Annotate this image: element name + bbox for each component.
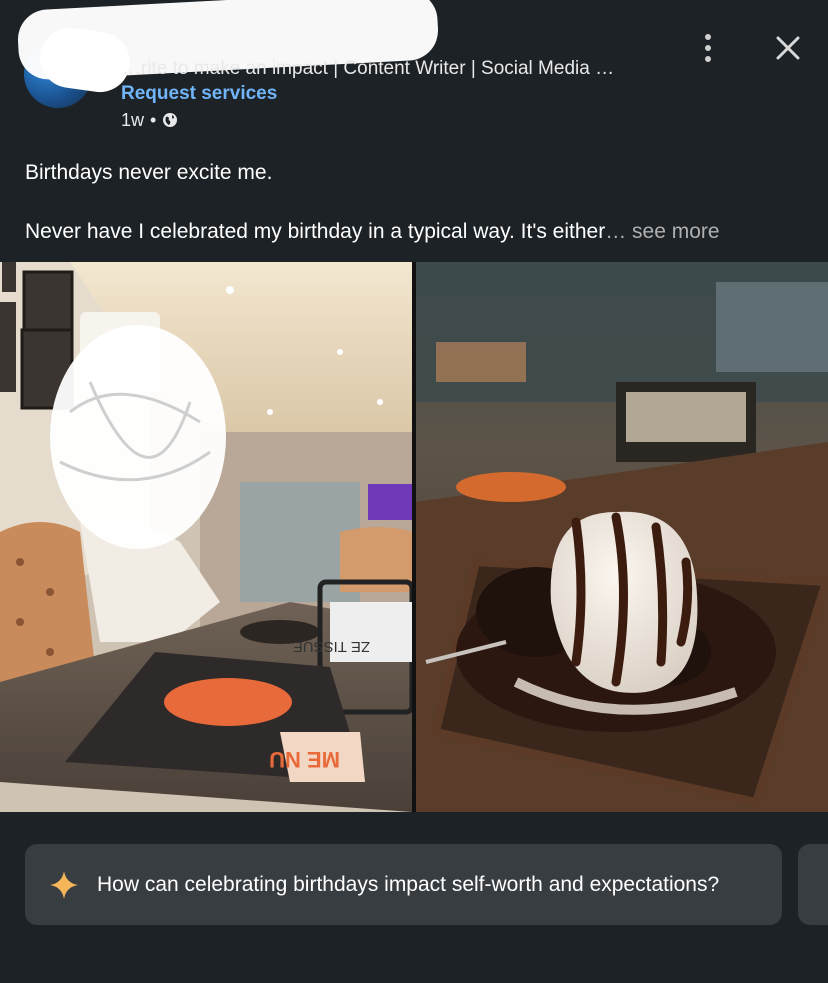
- post-paragraph-2: Never have I celebrated my birthday in a…: [25, 217, 805, 246]
- tissue-text: ZE TISSUE: [293, 638, 370, 655]
- dessert-photo[interactable]: [416, 262, 828, 812]
- more-options-button[interactable]: [694, 30, 722, 66]
- restaurant-photo[interactable]: ZE TISSUE ME NU: [0, 262, 412, 812]
- post-time: 1w: [121, 110, 145, 130]
- menu-text: ME NU: [269, 747, 340, 772]
- more-dot: [705, 45, 711, 51]
- meta-separator: •: [150, 110, 157, 130]
- request-services-link[interactable]: Request services: [121, 81, 277, 107]
- suggested-question-label: How can celebrating birthdays impact sel…: [97, 872, 720, 896]
- next-suggestion-chip[interactable]: [798, 844, 828, 925]
- close-icon[interactable]: [772, 32, 804, 64]
- post-photos: ZE TISSUE ME NU: [0, 262, 828, 812]
- post-meta: 1w •: [121, 108, 178, 132]
- more-dot: [705, 34, 711, 40]
- post-paragraph-1: Birthdays never excite me.: [25, 161, 273, 184]
- post-header: …rite to make an impact | Content Writer…: [0, 0, 828, 150]
- more-dot: [705, 56, 711, 62]
- dessert-photo-art: [416, 262, 828, 812]
- post-text: Birthdays never excite me. Never have I …: [25, 158, 805, 246]
- post-paragraph-2-text: Never have I celebrated my birthday in a…: [25, 220, 606, 243]
- see-more-link[interactable]: see more: [626, 220, 720, 243]
- restaurant-photo-art: ZE TISSUE ME NU: [0, 262, 412, 812]
- suggested-question-chip[interactable]: How can celebrating birthdays impact sel…: [25, 844, 782, 925]
- globe-icon: [163, 113, 178, 127]
- author-headline: …rite to make an impact | Content Writer…: [122, 58, 615, 79]
- sparkle-icon: [50, 870, 78, 899]
- ellipsis: …: [605, 220, 627, 243]
